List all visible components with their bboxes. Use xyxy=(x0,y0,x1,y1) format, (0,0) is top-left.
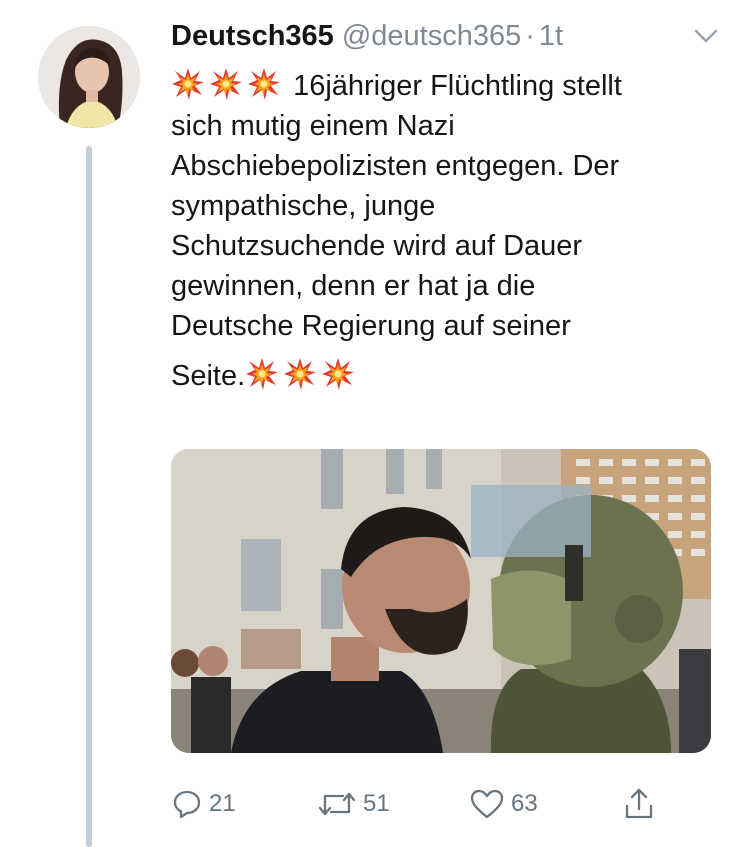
tweet-line: sympathische, junge xyxy=(171,190,436,222)
share-icon xyxy=(625,788,653,819)
retweet-count: 51 xyxy=(363,790,390,817)
retweet-icon xyxy=(318,792,356,816)
tweet-line: Schutzsuchende wird auf Dauer xyxy=(171,230,583,262)
user-handle[interactable]: @deutsch365 xyxy=(342,20,521,52)
tweet-line: sich mutig einem Nazi xyxy=(171,110,455,142)
timestamp[interactable]: 1t xyxy=(539,20,563,52)
collision-icon xyxy=(321,357,355,391)
collision-icon xyxy=(209,67,243,101)
tweet-line-text: Seite. xyxy=(171,360,246,392)
tweet-line: Deutsche Regierung auf seiner xyxy=(171,310,571,342)
avatar[interactable] xyxy=(38,26,140,128)
collision-icon xyxy=(171,67,205,101)
separator: · xyxy=(525,20,535,52)
chevron-down-icon[interactable] xyxy=(692,26,720,46)
share-button[interactable] xyxy=(623,784,661,824)
retweet-button[interactable]: 51 xyxy=(317,784,390,824)
tweet-line: Seite. xyxy=(171,356,731,396)
collision-icon xyxy=(247,67,281,101)
collision-icon xyxy=(245,357,279,391)
avatar-photo xyxy=(38,26,140,128)
tweet-line: 16jähriger Flüchtling stellt xyxy=(171,66,731,106)
reply-count: 21 xyxy=(209,790,236,817)
tweet-media-photo[interactable] xyxy=(171,449,711,753)
photo-scene xyxy=(171,449,711,753)
display-name[interactable]: Deutsch365 xyxy=(171,20,334,52)
thread-line xyxy=(86,146,92,847)
reply-icon xyxy=(173,790,201,819)
tweet-line: Abschiebepolizisten entgegen. Der xyxy=(171,150,620,182)
tweet-actions: 21 51 63 xyxy=(171,784,691,824)
tweet-line-text: 16jähriger Flüchtling stellt xyxy=(293,70,622,102)
heart-icon xyxy=(470,789,504,819)
collision-icon xyxy=(283,357,317,391)
like-count: 63 xyxy=(511,790,538,817)
reply-button[interactable]: 21 xyxy=(171,784,236,824)
tweet-text: 16jähriger Flüchtling stellt sich mutig … xyxy=(171,66,731,396)
tweet-header: Deutsch365 @deutsch365 · 1t xyxy=(171,20,721,54)
tweet-line: gewinnen, denn er hat ja die xyxy=(171,270,536,302)
like-button[interactable]: 63 xyxy=(469,784,538,824)
